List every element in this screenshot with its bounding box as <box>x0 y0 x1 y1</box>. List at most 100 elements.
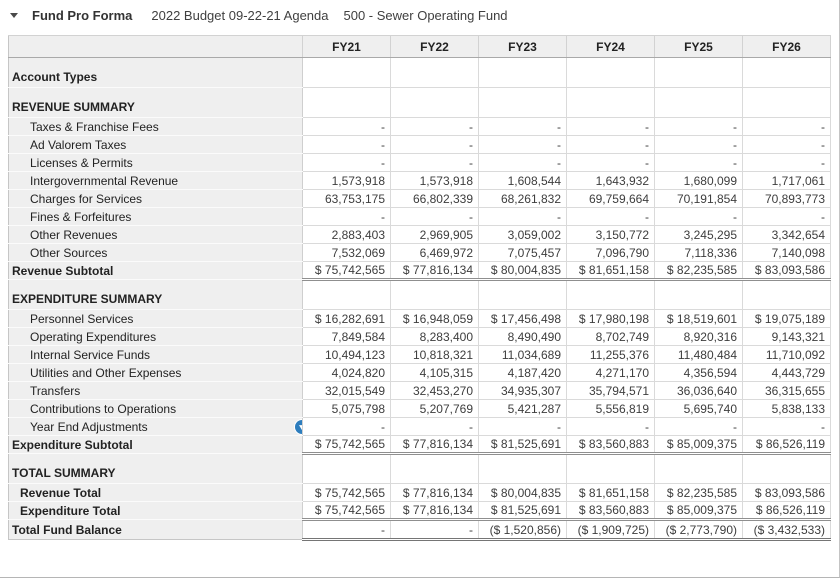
value-cell: 36,036,640 <box>655 382 743 400</box>
value-cell: $ 75,742,565 <box>303 436 391 454</box>
value-cell: $ 81,525,691 <box>479 436 567 454</box>
collapse-arrow-icon[interactable] <box>10 8 32 24</box>
value-cell: - <box>391 118 479 136</box>
value-cell: 8,490,490 <box>479 328 567 346</box>
column-header-fy23: FY23 <box>479 36 567 58</box>
value-cell: $ 86,526,119 <box>743 502 831 520</box>
value-cell: - <box>655 154 743 172</box>
row-label-text: Account Types <box>12 70 97 84</box>
value-cell: 5,075,798 <box>303 400 391 418</box>
value-cell: 34,935,307 <box>479 382 567 400</box>
value-cell: 3,342,654 <box>743 226 831 244</box>
value-cell: $ 18,519,601 <box>655 310 743 328</box>
row-label: Intergovernmental Revenue <box>9 172 303 190</box>
value-cell: 1,573,918 <box>391 172 479 190</box>
value-cell: ($ 1,909,725) <box>567 520 655 540</box>
table-row: REVENUE SUMMARY <box>9 88 831 118</box>
row-label-header <box>9 36 303 58</box>
row-label-text: Charges for Services <box>30 192 142 206</box>
row-label: Other Revenues <box>9 226 303 244</box>
row-label: Internal Service Funds <box>9 346 303 364</box>
value-cell: - <box>479 154 567 172</box>
value-cell: - <box>743 136 831 154</box>
value-cell: 69,759,664 <box>567 190 655 208</box>
value-cell: ($ 1,520,856) <box>479 520 567 540</box>
row-label-text: Intergovernmental Revenue <box>30 174 178 188</box>
value-cell <box>391 58 479 88</box>
column-header-fy21: FY21 <box>303 36 391 58</box>
row-label-text: Revenue Subtotal <box>12 264 113 278</box>
value-cell: 10,818,321 <box>391 346 479 364</box>
table-row: Revenue Total$ 75,742,565$ 77,816,134$ 8… <box>9 484 831 502</box>
value-cell <box>303 88 391 118</box>
row-label: Utilities and Other Expenses <box>9 364 303 382</box>
table-row: Revenue Subtotal$ 75,742,565$ 77,816,134… <box>9 262 831 280</box>
row-label: Personnel Services <box>9 310 303 328</box>
table-body: Account Types REVENUE SUMMARYTaxes & Fran… <box>9 58 831 540</box>
value-cell: 1,573,918 <box>303 172 391 190</box>
value-cell: 10,494,123 <box>303 346 391 364</box>
value-cell: - <box>567 118 655 136</box>
value-cell: 4,187,420 <box>479 364 567 382</box>
value-cell: $ 82,235,585 <box>655 484 743 502</box>
value-cell <box>743 280 831 310</box>
row-label: Fines & Forfeitures <box>9 208 303 226</box>
dropdown-circle-icon[interactable] <box>295 420 303 434</box>
value-cell <box>479 280 567 310</box>
value-cell: $ 80,004,835 <box>479 484 567 502</box>
value-cell: 63,753,175 <box>303 190 391 208</box>
table-row: Taxes & Franchise Fees------ <box>9 118 831 136</box>
row-label: Other Sources <box>9 244 303 262</box>
value-cell: 4,024,820 <box>303 364 391 382</box>
value-cell: 7,140,098 <box>743 244 831 262</box>
value-cell: 68,261,832 <box>479 190 567 208</box>
row-label: EXPENDITURE SUMMARY <box>9 280 303 310</box>
fund-pro-forma-screen: Fund Pro Forma 2022 Budget 09-22-21 Agen… <box>0 0 840 578</box>
value-cell: - <box>743 154 831 172</box>
table-row: Other Revenues2,883,4032,969,9053,059,00… <box>9 226 831 244</box>
value-cell: 7,075,457 <box>479 244 567 262</box>
value-cell: - <box>743 118 831 136</box>
value-cell: 6,469,972 <box>391 244 479 262</box>
value-cell: 8,283,400 <box>391 328 479 346</box>
value-cell: - <box>567 136 655 154</box>
table-row: Account Types <box>9 58 831 88</box>
value-cell: 36,315,655 <box>743 382 831 400</box>
value-cell <box>303 280 391 310</box>
table-header-row: FY21FY22FY23FY24FY25FY26 <box>9 36 831 58</box>
value-cell: 11,710,092 <box>743 346 831 364</box>
value-cell: - <box>743 418 831 436</box>
value-cell: 5,556,819 <box>567 400 655 418</box>
row-label-text: Year End Adjustments <box>30 420 148 434</box>
value-cell: $ 77,816,134 <box>391 262 479 280</box>
value-cell: - <box>391 136 479 154</box>
value-cell: $ 77,816,134 <box>391 484 479 502</box>
row-label-text: Expenditure Total <box>20 504 120 518</box>
value-cell: $ 83,093,586 <box>743 262 831 280</box>
value-cell <box>655 454 743 484</box>
row-label: Transfers <box>9 382 303 400</box>
value-cell <box>479 454 567 484</box>
table-row: Total Fund Balance--($ 1,520,856)($ 1,90… <box>9 520 831 540</box>
column-header-fy25: FY25 <box>655 36 743 58</box>
value-cell: ($ 3,432,533) <box>743 520 831 540</box>
row-label-text: Contributions to Operations <box>30 402 176 416</box>
table-row: Licenses & Permits------ <box>9 154 831 172</box>
value-cell: - <box>391 418 479 436</box>
row-label: Year End Adjustments <box>9 418 303 436</box>
row-label-text: EXPENDITURE SUMMARY <box>12 292 162 306</box>
value-cell: $ 75,742,565 <box>303 502 391 520</box>
value-cell: 1,717,061 <box>743 172 831 190</box>
value-cell: 32,015,549 <box>303 382 391 400</box>
table-row: Other Sources7,532,0696,469,9727,075,457… <box>9 244 831 262</box>
value-cell: $ 77,816,134 <box>391 502 479 520</box>
value-cell: $ 83,560,883 <box>567 502 655 520</box>
value-cell: 7,532,069 <box>303 244 391 262</box>
value-cell <box>743 88 831 118</box>
row-label-text: Internal Service Funds <box>30 348 150 362</box>
value-cell: 2,969,905 <box>391 226 479 244</box>
value-cell: - <box>479 118 567 136</box>
value-cell: $ 81,651,158 <box>567 262 655 280</box>
value-cell: 4,356,594 <box>655 364 743 382</box>
value-cell: - <box>479 136 567 154</box>
